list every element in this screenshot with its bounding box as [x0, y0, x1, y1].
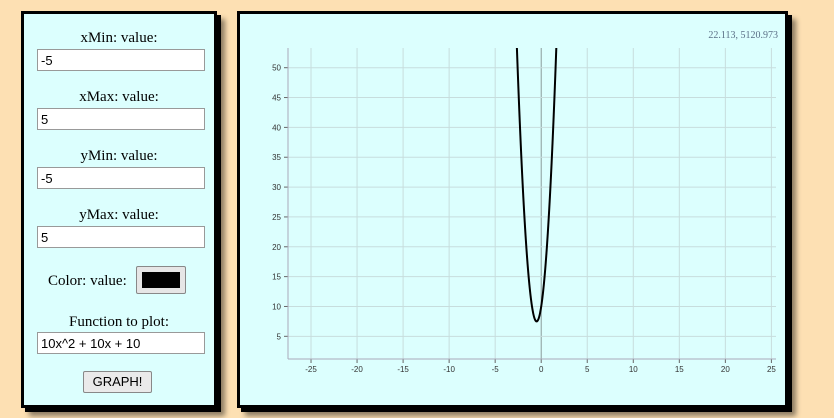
- color-swatch-fill: [142, 272, 180, 288]
- y-tick-label: 50: [272, 64, 281, 73]
- x-tick-label: 15: [675, 365, 684, 374]
- y-tick-label: 45: [272, 94, 281, 103]
- xmin-input[interactable]: [37, 49, 205, 71]
- plot-canvas[interactable]: -25 -20 -15 -10 -5 0 5 10 15 20 25 5 10 15 20 25 30 35 40 4…: [240, 14, 785, 405]
- y-tick-label: 25: [272, 213, 281, 222]
- ymin-label: yMin: value:: [80, 148, 158, 164]
- plot-area[interactable]: 22.113, 5120.973 -25 -20 -15 -10 -5 0 5 10 15 20 2…: [237, 11, 788, 408]
- function-curve: [515, 48, 558, 323]
- x-tick-label: -10: [443, 365, 455, 374]
- ymax-input[interactable]: [37, 226, 205, 248]
- controls-panel: xMin: value: xMax: value: yMin: value: y…: [21, 11, 217, 408]
- ymin-input[interactable]: [37, 167, 205, 189]
- y-tick-label: 5: [277, 332, 282, 341]
- function-input[interactable]: [37, 332, 205, 354]
- xmax-label: xMax: value:: [79, 89, 159, 105]
- x-tick-label: -15: [397, 365, 409, 374]
- color-label: Color: value:: [48, 273, 127, 289]
- y-tick-label: 40: [272, 123, 281, 132]
- y-tick-label: 30: [272, 183, 281, 192]
- y-tick-label: 35: [272, 153, 281, 162]
- y-tick-label: 15: [272, 273, 281, 282]
- color-picker[interactable]: [136, 266, 186, 294]
- x-tick-label: 25: [767, 365, 776, 374]
- x-tick-label: -5: [492, 365, 500, 374]
- y-tick-label: 10: [272, 302, 281, 311]
- x-tick-label: 20: [721, 365, 730, 374]
- x-tick-label: 10: [629, 365, 638, 374]
- xmin-label: xMin: value:: [80, 30, 158, 46]
- y-tick-label: 20: [272, 243, 281, 252]
- graph-button[interactable]: GRAPH!: [83, 371, 152, 393]
- x-tick-label: 5: [585, 365, 590, 374]
- function-label: Function to plot:: [68, 314, 169, 330]
- x-tick-label: -20: [351, 365, 363, 374]
- xmax-input[interactable]: [37, 108, 205, 130]
- ymax-label: yMax: value:: [79, 207, 159, 223]
- x-tick-label: 0: [539, 365, 544, 374]
- x-tick-label: -25: [305, 365, 317, 374]
